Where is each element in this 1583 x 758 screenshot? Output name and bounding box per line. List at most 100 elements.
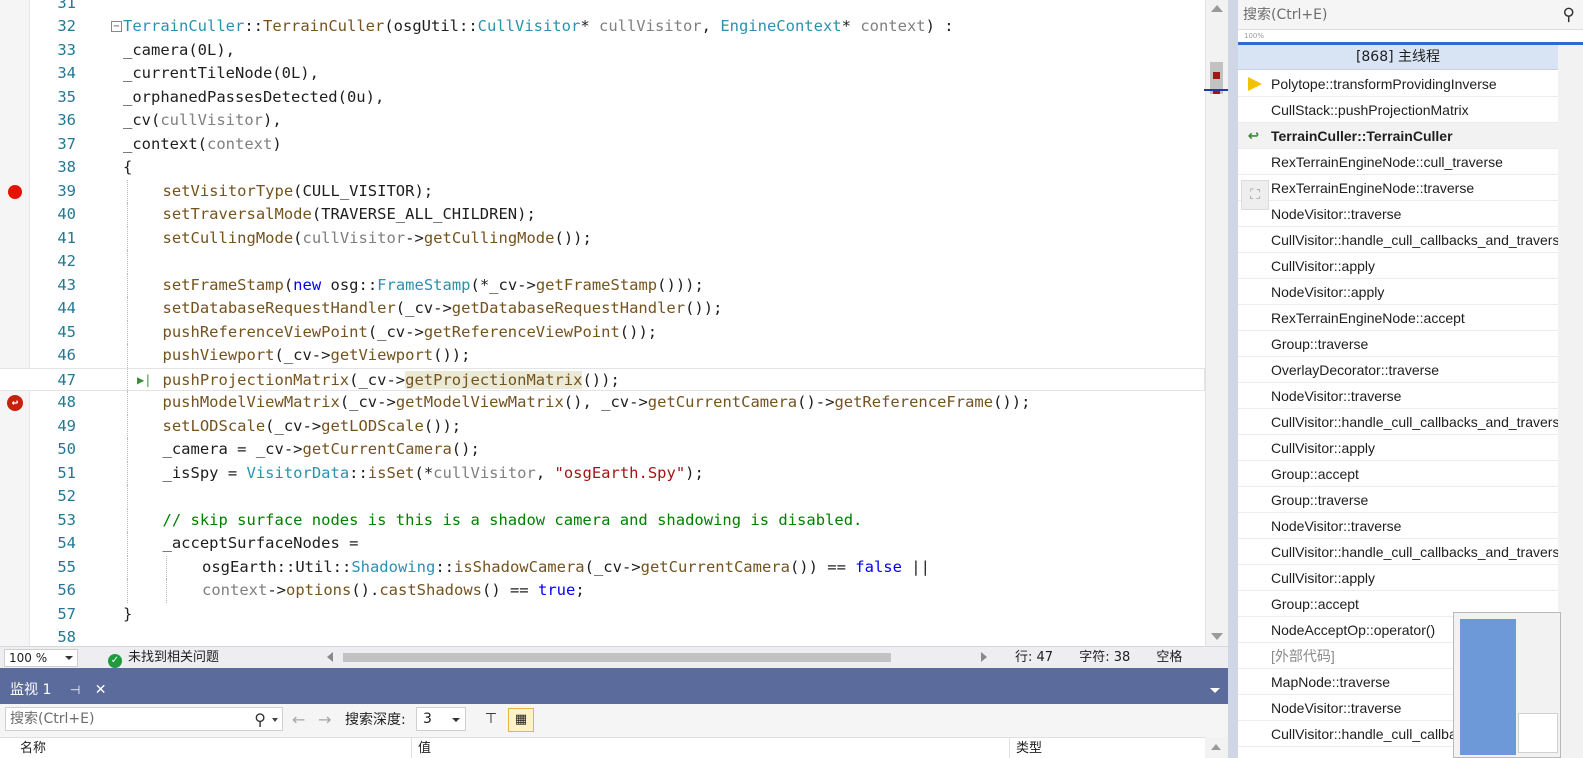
code-line[interactable]: 39 setVisitorType(CULL_VISITOR); [0, 179, 1205, 204]
code-line[interactable]: 36 _cv(cullVisitor), [0, 109, 1205, 133]
call-stack-frame[interactable]: CullVisitor::handle_cull_callbacks_and_t… [1238, 539, 1558, 565]
code-text[interactable]: _cv(cullVisitor), [123, 109, 282, 133]
back-arrow-icon[interactable]: ← [292, 710, 305, 729]
code-line[interactable]: 58 [0, 626, 1205, 646]
collapse-icon[interactable]: − [111, 21, 122, 32]
editor-horizontal-scrollbar[interactable] [327, 651, 987, 664]
call-stack-frame[interactable]: Group::traverse [1238, 331, 1558, 357]
expand-icon[interactable]: ⛶ [1241, 180, 1269, 210]
search-depth-dropdown[interactable]: 3 [416, 707, 466, 731]
search-icon[interactable]: ⚲ [254, 709, 266, 731]
code-text[interactable]: setDatabaseRequestHandler(_cv->getDataba… [163, 297, 723, 321]
close-icon[interactable]: ✕ [95, 682, 107, 698]
breakpoint-icon[interactable] [8, 184, 22, 199]
call-stack-frame[interactable]: NodeVisitor::traverse [1238, 383, 1558, 409]
code-line[interactable]: 35 _orphanedPassesDetected(0u), [0, 86, 1205, 110]
code-line[interactable]: 53 // skip surface nodes is this is a sha… [0, 508, 1205, 533]
call-stack-frame[interactable]: Polytope::transformProvidingInverse [1238, 71, 1558, 97]
code-line[interactable]: 46 pushViewport(_cv->getViewport()); [0, 344, 1205, 368]
chevron-down-icon[interactable] [272, 718, 278, 722]
breakpoint-return-icon[interactable]: ↩ [7, 395, 23, 411]
code-text[interactable]: _currentTileNode(0L), [123, 62, 319, 86]
call-stack-frame[interactable]: CullVisitor::handle_cull_callbacks_and_t… [1238, 227, 1558, 253]
code-text[interactable]: { [123, 156, 132, 180]
code-line[interactable]: 37 _context(context) [0, 133, 1205, 157]
call-stack-frame[interactable]: NodeVisitor::traverse [1238, 201, 1558, 227]
code-line[interactable]: ↩ 48 pushModelViewMatrix(_cv->getModelView… [0, 391, 1205, 415]
column-header-name[interactable]: 名称 [14, 738, 412, 758]
code-text[interactable]: _orphanedPassesDetected(0u), [123, 86, 384, 110]
code-line[interactable]: 42 [0, 250, 1205, 274]
code-line[interactable]: 49 setLODScale(_cv->getLODScale()); [0, 414, 1205, 439]
call-stack-frame[interactable]: ↩ TerrainCuller::TerrainCuller [1238, 123, 1558, 149]
line-number-status[interactable]: 行: 47 [1015, 650, 1053, 665]
code-line[interactable]: 52 [0, 485, 1205, 509]
code-editor[interactable]: 31 32 − TerrainCuller::TerrainCuller(osgUti… [0, 0, 1228, 646]
code-line[interactable]: 54 _acceptSurfaceNodes = [0, 532, 1205, 556]
code-text[interactable]: setTraversalMode(TRAVERSE_ALL_CHILDREN); [163, 203, 536, 227]
code-text[interactable]: pushReferenceViewPoint(_cv->getReference… [163, 321, 658, 345]
column-header-value[interactable]: 值 [412, 738, 1010, 758]
editor-vertical-scrollbar[interactable] [1204, 0, 1228, 646]
scroll-up-arrow[interactable] [1211, 744, 1221, 750]
code-text[interactable]: pushViewport(_cv->getViewport()); [163, 344, 471, 368]
call-stack-frame[interactable]: Group::traverse [1238, 487, 1558, 513]
code-line[interactable]: 32 − TerrainCuller::TerrainCuller(osgUtil:… [0, 15, 1205, 39]
code-text[interactable]: // skip surface nodes is this is a shado… [163, 509, 863, 533]
code-line[interactable]: 47 ▶| pushProjectionMatrix(_cv->getProject… [0, 367, 1205, 392]
forward-arrow-icon[interactable]: → [318, 710, 331, 729]
code-text[interactable]: _camera(0L), [123, 39, 235, 63]
code-text[interactable]: pushModelViewMatrix(_cv->getModelViewMat… [163, 391, 1031, 415]
call-stack-frame[interactable]: CullVisitor::apply [1238, 565, 1558, 591]
code-map-preview[interactable] [1453, 612, 1561, 758]
code-text[interactable]: osgEarth::Util::Shadowing::isShadowCamer… [202, 556, 930, 580]
column-toggle-icon[interactable]: ▦ [508, 708, 534, 732]
chevron-down-icon[interactable] [1210, 688, 1220, 693]
horizontal-scroll-thumb[interactable] [343, 653, 891, 662]
code-text[interactable]: context->options().castShadows() == true… [202, 579, 585, 603]
code-line[interactable]: 43 setFrameStamp(new osg::FrameStamp(*_cv… [0, 273, 1205, 298]
code-line[interactable]: 45 pushReferenceViewPoint(_cv->getReferen… [0, 320, 1205, 345]
call-stack-frame[interactable]: CullVisitor::handle_cull_callbacks_and_t… [1238, 409, 1558, 435]
zoom-dropdown[interactable]: 100 % [4, 649, 78, 667]
code-line[interactable]: 51 _isSpy = VisitorData::isSet(*cullVisit… [0, 461, 1205, 486]
code-line[interactable]: 33 _camera(0L), [0, 39, 1205, 63]
code-line[interactable]: 34 _currentTileNode(0L), [0, 62, 1205, 86]
call-stack-frame[interactable]: OverlayDecorator::traverse [1238, 357, 1558, 383]
code-line[interactable]: 41 setCullingMode(cullVisitor->getCulling… [0, 226, 1205, 251]
code-text[interactable]: _acceptSurfaceNodes = [163, 532, 359, 556]
code-line[interactable]: 38 { [0, 156, 1205, 180]
code-line[interactable]: 31 [0, 0, 1205, 15]
code-text[interactable]: setLODScale(_cv->getLODScale()); [163, 415, 462, 439]
code-text[interactable]: _isSpy = VisitorData::isSet(*cullVisitor… [163, 462, 704, 486]
scroll-up-arrow[interactable] [1211, 5, 1223, 12]
callstack-scrollbar[interactable] [1558, 45, 1583, 758]
pin-icon[interactable]: ⊣ [70, 683, 80, 697]
code-text[interactable]: _camera = _cv->getCurrentCamera(); [163, 438, 480, 462]
scroll-left-arrow[interactable] [327, 652, 333, 662]
call-stack-frame[interactable]: NodeVisitor::traverse [1238, 513, 1558, 539]
code-line[interactable]: 50 _camera = _cv->getCurrentCamera(); [0, 438, 1205, 462]
code-text[interactable]: setVisitorType(CULL_VISITOR); [163, 180, 434, 204]
callstack-search-input[interactable]: 搜索(Ctrl+E) ⚲ [1238, 0, 1583, 30]
call-stack-frame[interactable]: CullVisitor::apply [1238, 253, 1558, 279]
code-line[interactable]: 57} [0, 603, 1205, 627]
code-text[interactable]: setCullingMode(cullVisitor->getCullingMo… [163, 227, 592, 251]
call-stack-frame[interactable]: NodeVisitor::apply [1238, 279, 1558, 305]
code-text[interactable]: } [123, 603, 132, 627]
code-lines[interactable]: 31 32 − TerrainCuller::TerrainCuller(osgUti… [0, 0, 1205, 646]
code-line[interactable]: 56 context->options().castShadows() == tr… [0, 579, 1205, 603]
char-number-status[interactable]: 字符: 38 [1079, 650, 1130, 665]
pin-filter-icon[interactable]: ⊤ [480, 708, 502, 730]
pane-splitter[interactable] [1228, 0, 1238, 758]
code-text[interactable]: setFrameStamp(new osg::FrameStamp(*_cv->… [163, 274, 704, 298]
thread-header[interactable]: [868] 主线程 [1238, 45, 1558, 70]
call-stack-frame[interactable]: RexTerrainEngineNode::traverse [1238, 175, 1558, 201]
call-stack-frame[interactable]: Group::accept [1238, 461, 1558, 487]
call-stack-frame[interactable]: RexTerrainEngineNode::accept [1238, 305, 1558, 331]
indent-mode-status[interactable]: 空格 [1156, 650, 1182, 665]
call-stack-frame[interactable]: CullStack::pushProjectionMatrix [1238, 97, 1558, 123]
issues-indicator[interactable]: ✓ 未找到相关问题 [108, 647, 219, 668]
watch-search-input[interactable]: 搜索(Ctrl+E) ⚲ [5, 707, 283, 731]
code-line[interactable]: 55 osgEarth::Util::Shadowing::isShadowCam… [0, 555, 1205, 580]
